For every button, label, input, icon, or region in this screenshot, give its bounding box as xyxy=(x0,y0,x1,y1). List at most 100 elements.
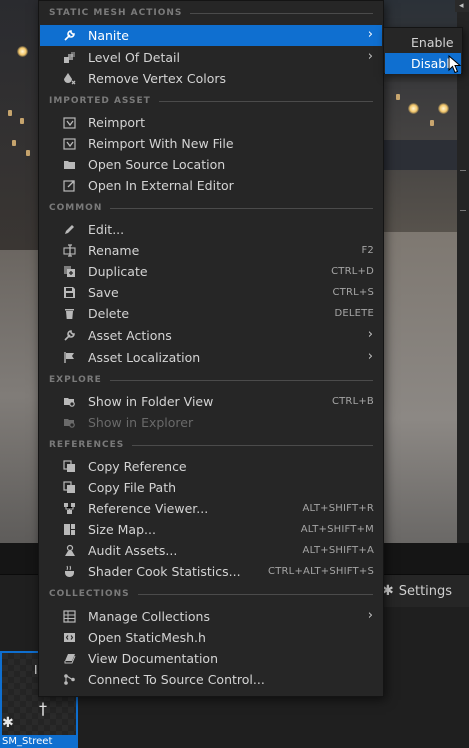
wrench-icon xyxy=(62,328,77,343)
menu-item-audit-assets[interactable]: Audit Assets... ALT+SHIFT+A xyxy=(40,540,382,561)
viewport-side-toolbar xyxy=(457,0,469,543)
menu-item-asset-actions[interactable]: Asset Actions › xyxy=(40,325,382,346)
book-icon xyxy=(62,651,77,666)
menu-item-show-in-folder-view[interactable]: Show in Folder View CTRL+B xyxy=(40,391,382,412)
section-divider xyxy=(190,12,373,14)
mouse-cursor-icon xyxy=(448,55,462,74)
menu-item-label: Asset Actions xyxy=(88,328,172,343)
menu-item-manage-collections[interactable]: Manage Collections › xyxy=(40,606,382,627)
menu-item-shader-cook-statistics[interactable]: Shader Cook Statistics... CTRL+ALT+SHIFT… xyxy=(40,561,382,582)
menu-item-label: Reimport With New File xyxy=(88,136,234,151)
menu-item-open-source-location[interactable]: Open Source Location xyxy=(40,154,382,175)
external-editor-icon xyxy=(62,178,77,193)
copy-icon xyxy=(62,480,77,495)
folder-search-icon xyxy=(62,415,77,430)
menu-item-label: Copy File Path xyxy=(88,480,177,495)
menu-item-label: Reference Viewer... xyxy=(88,501,209,516)
section-divider xyxy=(132,444,373,446)
reimport-file-icon xyxy=(62,136,77,151)
viewport-building-left xyxy=(0,0,40,250)
collections-icon xyxy=(62,609,77,624)
wrench-icon xyxy=(62,28,77,43)
menu-item-open-in-external-editor[interactable]: Open In External Editor xyxy=(40,175,382,196)
menu-item-copy-file-path[interactable]: Copy File Path xyxy=(40,477,382,498)
submenu-item-enable[interactable]: Enable xyxy=(385,32,461,53)
chevron-right-icon: › xyxy=(367,27,373,42)
section-header-label: REFERENCES xyxy=(49,440,125,450)
menu-item-asset-localization[interactable]: Asset Localization › xyxy=(40,347,382,368)
street-lamp xyxy=(17,46,28,57)
code-file-icon xyxy=(62,630,77,645)
menu-item-remove-vertex-colors[interactable]: Remove Vertex Colors xyxy=(40,68,382,89)
copy-icon xyxy=(62,459,77,474)
menu-item-label: Copy Reference xyxy=(88,459,187,474)
section-header-label: COMMON xyxy=(49,203,103,213)
menu-item-label: Duplicate xyxy=(88,264,148,279)
menu-item-nanite[interactable]: Nanite › xyxy=(40,25,382,46)
trash-icon xyxy=(62,306,77,321)
section-header-common: COMMON xyxy=(49,201,373,215)
menu-item-duplicate[interactable]: Duplicate CTRL+D xyxy=(40,261,382,282)
menu-item-connect-to-source-control[interactable]: Connect To Source Control... xyxy=(40,669,382,690)
menu-item-label: Delete xyxy=(88,306,130,321)
menu-item-edit[interactable]: Edit... xyxy=(40,219,382,240)
menu-item-shortcut: ALT+SHIFT+M xyxy=(300,524,374,535)
asset-context-menu: STATIC MESH ACTIONS Nanite › Level Of De… xyxy=(38,0,384,697)
reference-viewer-icon xyxy=(62,501,77,516)
section-header-collections: COLLECTIONS xyxy=(49,587,373,601)
menu-item-reference-viewer[interactable]: Reference Viewer... ALT+SHIFT+R xyxy=(40,498,382,519)
thumbnail-glyph: I xyxy=(34,663,38,677)
lod-icon xyxy=(62,50,77,65)
submenu-item-label: Enable xyxy=(411,35,454,50)
settings-button[interactable]: ✱ Settings xyxy=(382,580,452,602)
source-control-icon xyxy=(62,672,77,687)
menu-item-shortcut: ALT+SHIFT+R xyxy=(302,503,374,514)
audit-icon xyxy=(62,543,77,558)
menu-item-open-staticmesh-h[interactable]: Open StaticMesh.h xyxy=(40,627,382,648)
menu-item-label: Open Source Location xyxy=(88,157,226,172)
section-header-label: COLLECTIONS xyxy=(49,589,130,599)
section-header-references: REFERENCES xyxy=(49,438,373,452)
save-icon xyxy=(62,285,77,300)
menu-item-view-documentation[interactable]: View Documentation xyxy=(40,648,382,669)
section-header-label: IMPORTED ASSET xyxy=(49,96,151,106)
menu-item-label: Manage Collections xyxy=(88,609,210,624)
menu-item-label: Shader Cook Statistics... xyxy=(88,564,241,579)
folder-search-icon xyxy=(62,394,77,409)
menu-item-reimport-with-new-file[interactable]: Reimport With New File xyxy=(40,133,382,154)
settings-label: Settings xyxy=(398,583,453,599)
menu-item-reimport[interactable]: Reimport xyxy=(40,112,382,133)
viewport-corner-button[interactable]: ◂ xyxy=(455,0,469,12)
menu-item-shortcut: CTRL+D xyxy=(331,266,374,277)
pencil-icon xyxy=(62,222,77,237)
menu-item-label: Audit Assets... xyxy=(88,543,178,558)
window-light xyxy=(8,110,12,116)
menu-item-save[interactable]: Save CTRL+S xyxy=(40,282,382,303)
folder-open-icon xyxy=(62,157,77,172)
rename-icon xyxy=(62,243,77,258)
menu-item-level-of-detail[interactable]: Level Of Detail › xyxy=(40,47,382,68)
street-lamp xyxy=(408,103,419,114)
menu-item-shortcut: CTRL+ALT+SHIFT+S xyxy=(268,566,374,577)
menu-item-size-map[interactable]: Size Map... ALT+SHIFT+M xyxy=(40,519,382,540)
section-header-label: STATIC MESH ACTIONS xyxy=(49,8,183,18)
menu-item-copy-reference[interactable]: Copy Reference xyxy=(40,456,382,477)
section-divider xyxy=(158,100,373,102)
chevron-right-icon: › xyxy=(367,49,373,64)
thumbnail-glyph: † xyxy=(39,699,47,718)
chevron-right-icon: › xyxy=(367,608,373,623)
size-map-icon xyxy=(62,522,77,537)
menu-item-label: Open In External Editor xyxy=(88,178,234,193)
menu-item-delete[interactable]: Delete DELETE xyxy=(40,303,382,324)
menu-item-rename[interactable]: Rename F2 xyxy=(40,240,382,261)
shader-icon xyxy=(62,564,77,579)
menu-item-label: Rename xyxy=(88,243,140,258)
menu-item-label: View Documentation xyxy=(88,651,218,666)
menu-item-show-in-explorer: Show in Explorer xyxy=(40,412,382,433)
window-light xyxy=(20,118,24,124)
menu-item-shortcut: CTRL+B xyxy=(331,396,374,407)
section-header-explore: EXPLORE xyxy=(49,373,373,387)
street-lamp xyxy=(438,103,449,114)
menu-item-label: Remove Vertex Colors xyxy=(88,71,227,86)
asset-name-label[interactable]: SM_Street xyxy=(0,735,78,748)
